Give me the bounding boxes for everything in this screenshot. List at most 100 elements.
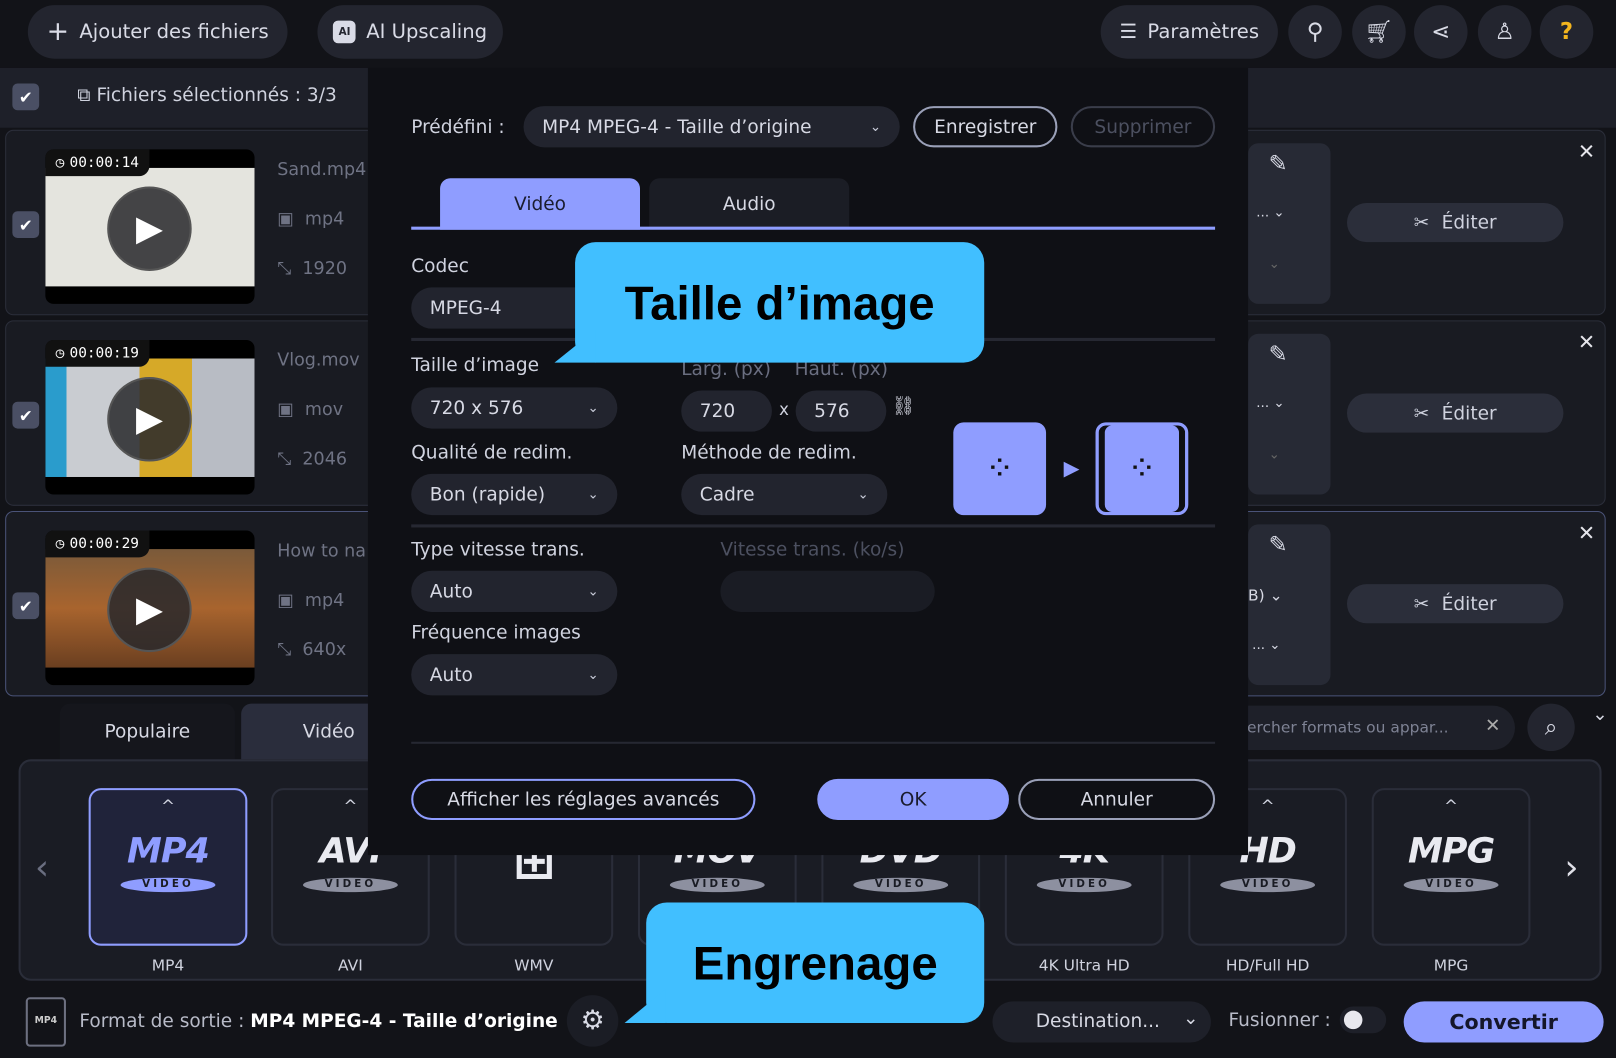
file-name: Sand.mp4 [277,159,367,181]
image-size-dropdown[interactable]: 720 x 576 ⌄ [411,387,618,429]
resize-quality-dropdown[interactable]: Bon (rapide) ⌄ [411,473,618,516]
device-detect-icon[interactable]: ⌕ [1527,703,1575,752]
remove-file-icon[interactable]: ✕ [1578,330,1595,355]
format-label: WMV [514,956,554,975]
container-icon: ▣ [277,399,294,421]
settings-button[interactable]: ☰ Paramètres [1100,5,1278,59]
format-card[interactable]: ^ MP4 VIDEO [88,788,248,946]
cart-icon[interactable]: 🛒︎ [1352,5,1406,59]
play-icon[interactable]: ▶ [107,377,192,462]
scissors-icon: ✂ [1413,592,1430,615]
format-card[interactable]: ^ MPG VIDEO [1371,788,1531,946]
destination-dropdown[interactable]: Destination... ⌄ [992,1001,1211,1043]
next-arrow-icon[interactable]: › [1564,847,1578,888]
callout-tail [624,988,666,1023]
link-aspect-icon[interactable]: ⛓ [891,396,915,418]
arrow-right-icon: ▶ [1063,455,1080,481]
file-checkbox[interactable]: ✔ [12,592,40,620]
delete-preset-button[interactable]: Supprimer [1070,106,1216,148]
remove-file-icon[interactable]: ✕ [1578,139,1595,164]
chevron-down-icon: ⌄ [587,400,599,416]
target-frame-icon: ⁘ [1095,422,1189,516]
share-icon[interactable]: ⋖ [1413,5,1468,59]
width-input[interactable]: 720 [681,390,772,432]
output-dropdown-2[interactable]: ⌄ [1269,257,1280,272]
resize-method-dropdown[interactable]: Cadre ⌄ [681,473,888,516]
format-label: AVI [338,956,363,975]
pencil-icon[interactable]: ✎ [1269,151,1288,177]
tab-popular[interactable]: Populaire [59,703,235,760]
files-icon: ⧉ [77,84,91,107]
help-icon[interactable]: ? [1539,5,1594,59]
video-thumbnail[interactable]: ◷ 00:00:14 ▶ [45,149,255,304]
scissors-icon: ✂ [1413,402,1430,424]
format-search-input[interactable]: ercher formats ou appar... ✕ [1216,705,1515,750]
ok-button[interactable]: OK [817,778,1009,821]
tab-audio-settings[interactable]: Audio [649,178,850,230]
ai-upscaling-button[interactable]: AI AI Upscaling [317,5,503,59]
format-badge: VIDEO [1403,877,1499,893]
edit-button[interactable]: ✂ Éditer [1346,393,1564,433]
container-icon: ▣ [277,590,294,611]
divider [411,741,1216,744]
preset-dropdown[interactable]: MP4 MPEG-4 - Taille d’origine ⌄ [523,106,900,148]
file-checkbox[interactable]: ✔ [12,401,40,429]
edit-button[interactable]: ✂ Éditer [1346,584,1564,624]
tab-video-settings[interactable]: Vidéo [440,178,641,230]
advanced-settings-button[interactable]: Afficher les réglages avancés [411,778,756,821]
resize-icon: ⤡ [277,639,292,661]
output-dropdown-2[interactable]: ⌄ [1269,447,1280,462]
chevron-down-icon: ⌄ [587,583,599,600]
resize-icon: ⤡ [277,258,292,280]
expand-caret-icon[interactable]: ^ [91,796,246,816]
play-icon[interactable]: ▶ [107,567,192,653]
save-preset-button[interactable]: Enregistrer [913,106,1058,148]
merge-label: Fusionner : [1228,1009,1331,1032]
format-badge: VIDEO [853,877,949,893]
format-logo: MPG [1407,830,1495,872]
sliders-icon: ☰ [1119,20,1138,44]
output-panel: ✎ B) ⌄ ... ⌄ [1248,524,1331,686]
frame-rate-dropdown[interactable]: Auto ⌄ [411,654,618,696]
bitrate-type-dropdown[interactable]: Auto ⌄ [411,570,618,612]
remove-file-icon[interactable]: ✕ [1578,520,1595,545]
output-dropdown[interactable]: ... ⌄ [1256,396,1284,411]
edit-button[interactable]: ✂ Éditer [1346,202,1564,243]
clear-search-icon[interactable]: ✕ [1485,715,1501,737]
chevron-down-icon: ⌄ [857,486,869,503]
file-name: Vlog.mov [277,350,360,371]
output-dropdown[interactable]: ... ⌄ [1256,205,1284,220]
pencil-icon[interactable]: ✎ [1269,342,1288,368]
video-thumbnail[interactable]: ◷ 00:00:19 ▶ [45,339,255,495]
chevron-down-icon: ⌄ [587,486,599,503]
chevron-down-icon: ⌄ [1183,1007,1199,1030]
bitrate-input[interactable] [720,570,935,612]
video-thumbnail[interactable]: ◷ 00:00:29 ▶ [45,530,255,686]
output-panel: ✎ ... ⌄ ⌄ [1248,143,1331,304]
file-checkbox[interactable]: ✔ [12,211,40,238]
height-input[interactable]: 576 [795,390,887,432]
output-dropdown-2[interactable]: ... ⌄ [1252,638,1280,653]
merge-toggle[interactable] [1339,1006,1387,1034]
user-icon[interactable]: ♙ [1477,5,1532,59]
collapse-chevron-icon[interactable]: ⌄ [1592,704,1608,726]
gear-icon[interactable]: ⚙ [566,995,619,1047]
format-badge: VIDEO [120,877,216,893]
expand-caret-icon[interactable]: ^ [1374,796,1529,816]
format-logo: MP4 [127,830,210,872]
settings-dialog: Prédéfini : MP4 MPEG-4 - Taille d’origin… [367,67,1249,856]
cancel-button[interactable]: Annuler [1018,778,1216,821]
select-all-checkbox[interactable]: ✔ [12,83,40,111]
search-icon[interactable]: ⚲ [1288,5,1342,59]
format-label: HD/Full HD [1225,956,1310,975]
callout-tail [554,329,596,363]
selected-count: ⧉ Fichiers sélectionnés : 3/3 [77,84,337,107]
chevron-down-icon: ⌄ [587,667,599,683]
output-format-icon: MP4 [25,997,66,1047]
convert-button[interactable]: Convertir [1403,1001,1604,1043]
add-files-button[interactable]: + Ajouter des fichiers [27,5,288,59]
pencil-icon[interactable]: ✎ [1269,533,1288,559]
prev-arrow-icon[interactable]: ‹ [35,847,49,888]
play-icon[interactable]: ▶ [107,186,192,271]
output-dropdown[interactable]: B) ⌄ [1248,586,1283,605]
